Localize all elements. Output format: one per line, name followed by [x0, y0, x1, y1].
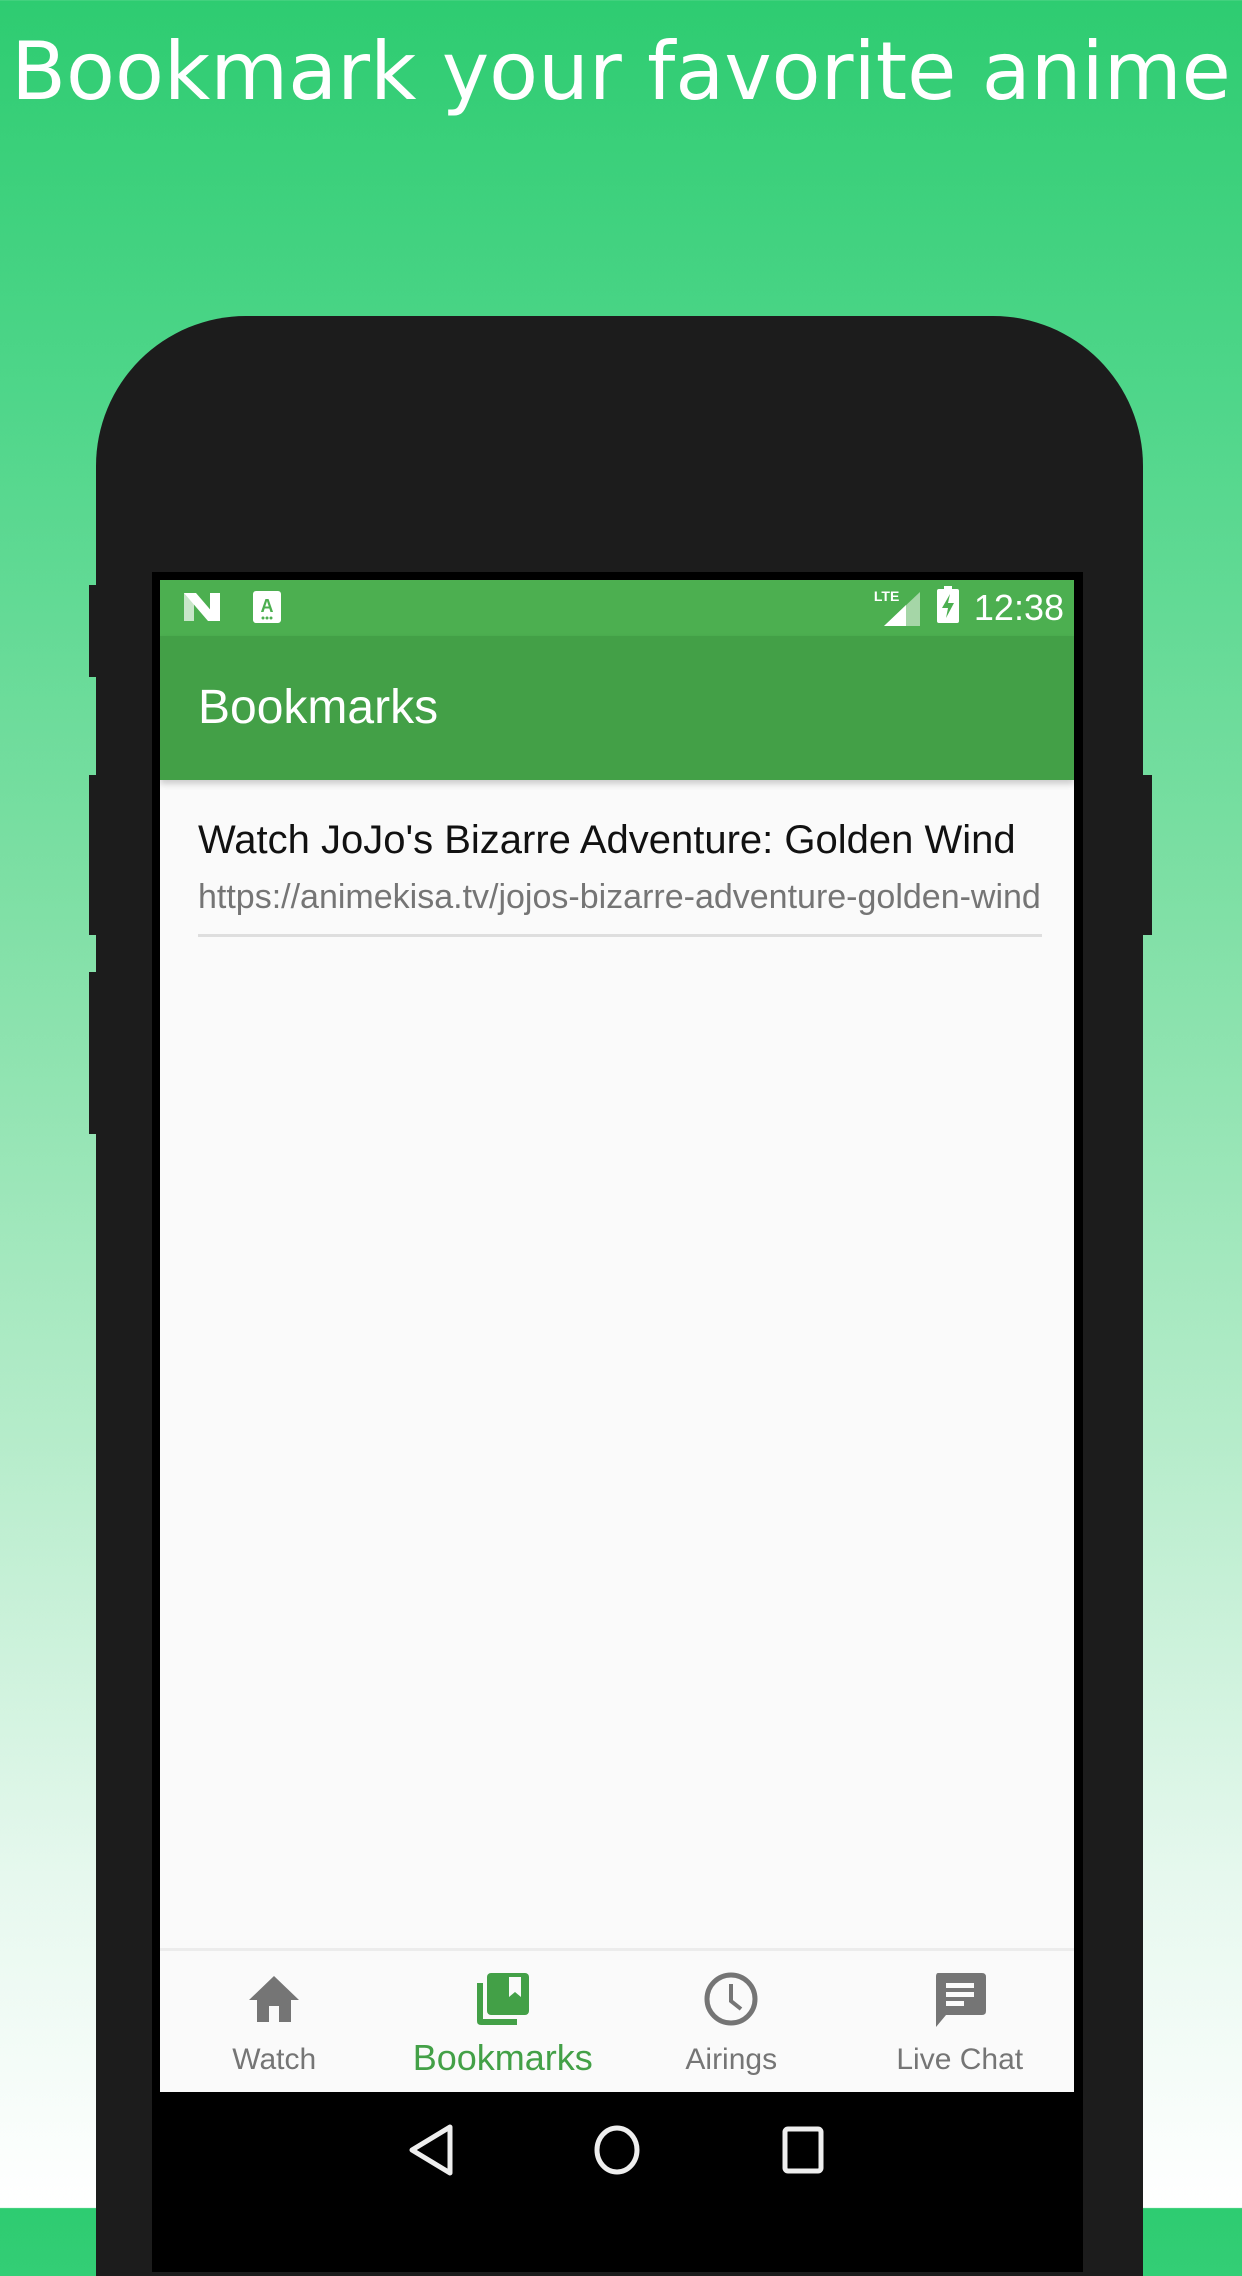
page-title: Bookmarks — [198, 681, 439, 734]
back-button[interactable] — [398, 2117, 464, 2183]
recents-icon — [782, 2126, 824, 2174]
bookmark-url: https://animekisa.tv/jojos-bizarre-adven… — [198, 878, 1041, 916]
tab-label: Live Chat — [896, 2043, 1024, 2076]
system-navigation-bar — [160, 2092, 1074, 2208]
clock-icon — [701, 1969, 761, 2029]
lte-signal-icon: LTE — [874, 588, 922, 628]
bookmark-item[interactable]: Watch JoJo's Bizarre Adventure: Golden W… — [198, 812, 1042, 937]
tab-label: Airings — [685, 2043, 778, 2076]
home-icon — [244, 1969, 304, 2029]
svg-text:A: A — [261, 596, 274, 616]
app-screen: A LTE 12:38 Bookmarks Watch JoJo's Bizar… — [160, 580, 1074, 2092]
a-notification-icon: A — [252, 590, 282, 629]
app-bar: Bookmarks — [160, 636, 1074, 780]
back-icon — [409, 2124, 453, 2176]
status-clock: 12:38 — [973, 586, 1064, 628]
tab-watch[interactable]: Watch — [160, 1951, 389, 2092]
tab-airings[interactable]: Airings — [617, 1951, 846, 2092]
phone-side-button — [89, 775, 97, 935]
bookmark-title: Watch JoJo's Bizarre Adventure: Golden W… — [198, 818, 1016, 862]
tab-live-chat[interactable]: Live Chat — [846, 1951, 1075, 2092]
chat-icon — [930, 1969, 990, 2029]
tab-label: Bookmarks — [412, 2037, 593, 2078]
home-circle-icon — [594, 2125, 640, 2175]
phone-side-button — [89, 972, 97, 1134]
recents-button[interactable] — [770, 2117, 836, 2183]
status-bar: A LTE 12:38 — [160, 580, 1074, 636]
bottom-navigation: Watch Bookmarks Airings Live Chat — [160, 1948, 1074, 2092]
battery-charging-icon — [936, 586, 960, 629]
tab-label: Watch — [232, 2043, 317, 2076]
tab-bookmarks[interactable]: Bookmarks — [389, 1951, 618, 2092]
phone-side-button — [89, 585, 97, 677]
phone-side-button — [1142, 775, 1152, 935]
home-button[interactable] — [584, 2117, 650, 2183]
n-logo-icon — [182, 591, 222, 628]
bookmark-list: Watch JoJo's Bizarre Adventure: Golden W… — [198, 812, 1042, 937]
bookmarks-icon — [473, 1969, 533, 2029]
promo-headline: Bookmark your favorite anime — [11, 25, 1231, 118]
